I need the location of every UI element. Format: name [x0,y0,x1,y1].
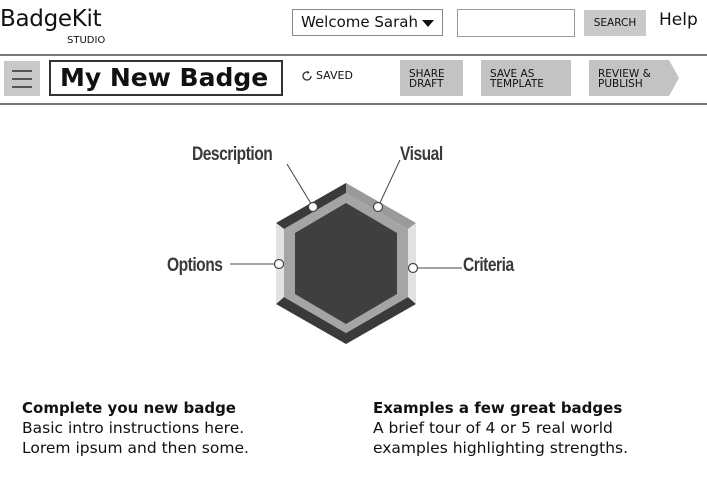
options-link[interactable]: Options [167,255,223,277]
examples-text: A brief tour of 4 or 5 real world exampl… [373,419,629,457]
criteria-link[interactable]: Criteria [463,255,514,277]
criteria-dot[interactable] [407,262,419,274]
visual-dot[interactable] [372,201,384,213]
description-dot[interactable] [307,201,319,213]
intro-heading: Complete you new badge [22,399,236,417]
intro-text: Basic intro instructions here. Lorem ips… [22,419,249,457]
visual-link[interactable]: Visual [400,144,443,166]
description-link[interactable]: Description [192,144,273,166]
examples-heading[interactable]: Examples a few great badges [373,399,622,417]
options-dot[interactable] [273,258,285,270]
badge-diagram [230,159,462,344]
